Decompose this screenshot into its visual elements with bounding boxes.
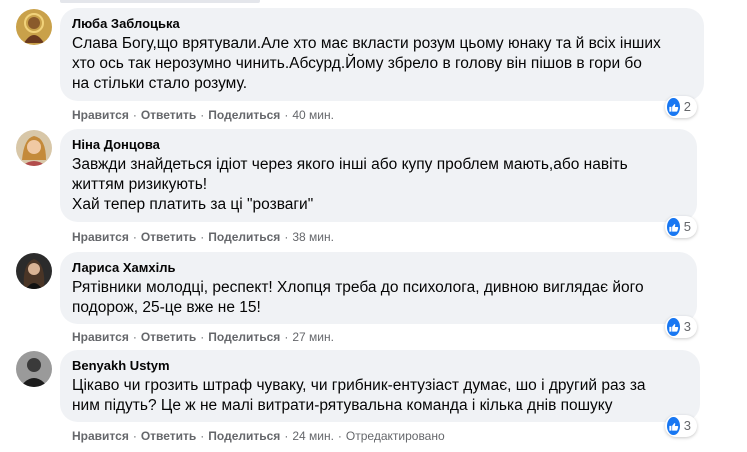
avatar-icon-icon xyxy=(16,130,52,166)
reactions-badge[interactable]: 3 xyxy=(665,415,697,437)
comment-bubble: Лариса Хамхіль Рятівники молодці, респек… xyxy=(60,252,697,324)
separator: · xyxy=(284,330,289,344)
separator: · xyxy=(200,429,205,443)
share-button[interactable]: Поделиться xyxy=(208,108,280,122)
separator: · xyxy=(200,108,205,122)
reply-button[interactable]: Ответить xyxy=(141,108,196,122)
reaction-count: 2 xyxy=(683,99,691,114)
like-button[interactable]: Нравится xyxy=(72,108,129,122)
reactions-badge[interactable]: 5 xyxy=(665,216,697,238)
like-thumb-icon xyxy=(667,218,680,236)
share-button[interactable]: Поделиться xyxy=(208,330,280,344)
comment-text: Слава Богу,що врятували.Але хто має вкла… xyxy=(72,35,661,92)
like-button[interactable]: Нравится xyxy=(72,230,129,244)
separator: · xyxy=(284,429,289,443)
reactions-badge[interactable]: 3 xyxy=(665,316,697,338)
avatar-icon-icon xyxy=(16,9,52,45)
reactions-badge[interactable]: 2 xyxy=(665,96,697,118)
like-button[interactable]: Нравится xyxy=(72,330,129,344)
avatar-icon-icon xyxy=(16,253,52,289)
comment-item: Люба Заблоцька Слава Богу,що врятували.А… xyxy=(0,0,747,126)
separator: · xyxy=(132,230,137,244)
avatar[interactable] xyxy=(16,130,52,166)
comment-bubble: Benyakh Ustym Цікаво чи грозить штраф чу… xyxy=(60,350,700,422)
comment-timestamp[interactable]: 40 мин. xyxy=(292,108,334,122)
avatar-icon-icon xyxy=(16,351,52,387)
edited-label: Отредактировано xyxy=(345,429,445,443)
comment-timestamp[interactable]: 24 мин. xyxy=(292,429,334,443)
avatar[interactable] xyxy=(16,351,52,387)
reaction-count: 3 xyxy=(683,319,691,334)
comment-actions: Нравится · Ответить · Поделиться · 24 мин. · Отр… xyxy=(72,429,445,443)
reply-button[interactable]: Ответить xyxy=(141,330,196,344)
comment-text: Рятівники молодці, респект! Хлопця треба… xyxy=(72,279,644,316)
comment-item: Лариса Хамхіль Рятівники молодці, респек… xyxy=(0,248,747,344)
comment-actions: Нравится · Ответить · Поделиться · 38 мин. xyxy=(72,230,334,244)
share-button[interactable]: Поделиться xyxy=(208,230,280,244)
comment-item: Benyakh Ustym Цікаво чи грозить штраф чу… xyxy=(0,344,747,452)
separator: · xyxy=(132,429,137,443)
separator: · xyxy=(200,230,205,244)
reply-button[interactable]: Ответить xyxy=(141,230,196,244)
like-thumb-icon xyxy=(667,318,680,336)
share-button[interactable]: Поделиться xyxy=(208,429,280,443)
reply-button[interactable]: Ответить xyxy=(141,429,196,443)
comment-item: Ніна Донцова Завжди знайдеться ідіот чер… xyxy=(0,126,747,248)
comment-author[interactable]: Benyakh Ustym xyxy=(72,358,688,374)
separator: · xyxy=(132,330,137,344)
separator: · xyxy=(132,108,137,122)
comment-actions: Нравится · Ответить · Поделиться · 40 мин. xyxy=(72,108,334,122)
comment-actions: Нравится · Ответить · Поделиться · 27 мин. xyxy=(72,330,334,344)
comment-timestamp[interactable]: 38 мин. xyxy=(292,230,334,244)
comment-text: Завжди знайдеться ідіот через якого інші… xyxy=(72,156,628,213)
comment-timestamp[interactable]: 27 мин. xyxy=(292,330,334,344)
avatar[interactable] xyxy=(16,9,52,45)
comment-bubble: Ніна Донцова Завжди знайдеться ідіот чер… xyxy=(60,129,697,222)
like-thumb-icon xyxy=(667,417,680,435)
like-button[interactable]: Нравится xyxy=(72,429,129,443)
separator: · xyxy=(337,429,342,443)
comment-author[interactable]: Лариса Хамхіль xyxy=(72,260,685,276)
avatar[interactable] xyxy=(16,253,52,289)
comment-text: Цікаво чи грозить штраф чуваку, чи грибн… xyxy=(72,377,646,414)
like-thumb-icon xyxy=(667,98,680,116)
reaction-count: 3 xyxy=(683,418,691,433)
reaction-count: 5 xyxy=(683,219,691,234)
comment-bubble: Люба Заблоцька Слава Богу,що врятували.А… xyxy=(60,8,704,101)
separator: · xyxy=(284,108,289,122)
separator: · xyxy=(284,230,289,244)
comment-author[interactable]: Ніна Донцова xyxy=(72,137,685,153)
separator: · xyxy=(200,330,205,344)
comment-author[interactable]: Люба Заблоцька xyxy=(72,16,692,32)
